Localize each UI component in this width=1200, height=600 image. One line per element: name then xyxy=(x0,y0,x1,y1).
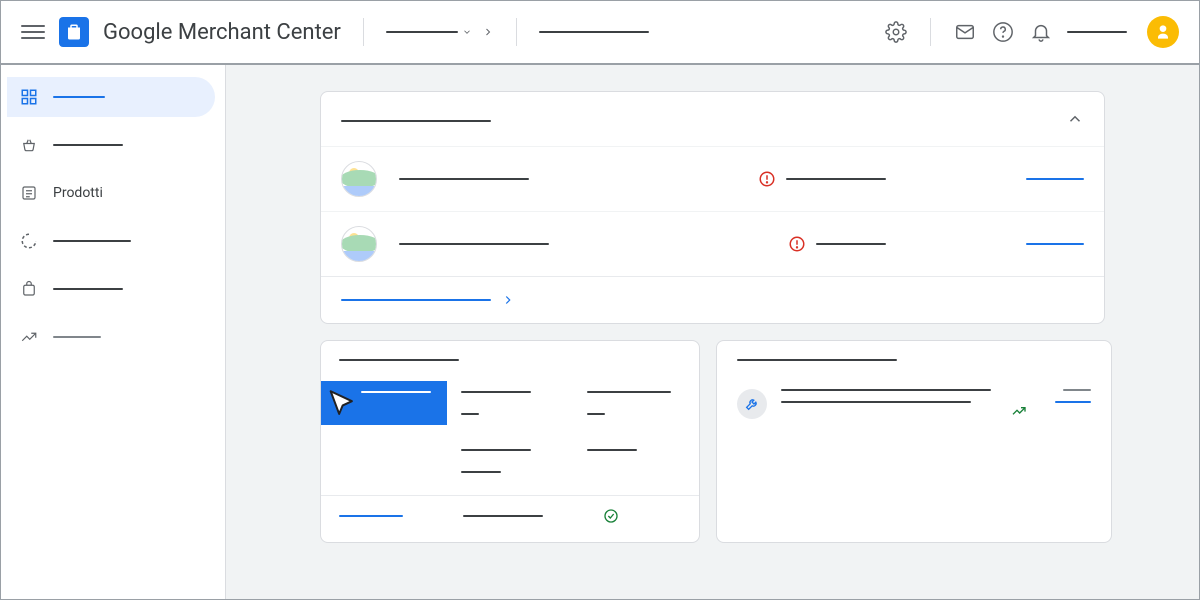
sidebar-item-growth[interactable] xyxy=(7,317,215,357)
channel-image-icon xyxy=(341,226,377,262)
alert-icon xyxy=(758,170,776,188)
performance-card xyxy=(716,340,1112,543)
sidebar-item-marketing[interactable] xyxy=(7,269,215,309)
wrench-icon xyxy=(737,389,767,419)
divider xyxy=(516,18,517,46)
sidebar-item-overview[interactable] xyxy=(7,77,215,117)
channel-row xyxy=(321,146,1104,211)
channel-row xyxy=(321,211,1104,276)
card-title-placeholder xyxy=(341,120,491,122)
chevron-right-icon xyxy=(501,293,515,307)
stats-link[interactable] xyxy=(339,515,403,517)
account-label-placeholder xyxy=(1067,31,1127,33)
basket-icon xyxy=(19,135,39,155)
check-circle-icon xyxy=(603,508,619,524)
cursor-icon xyxy=(325,387,359,421)
chevron-up-icon xyxy=(1066,110,1084,128)
bag-icon xyxy=(19,279,39,299)
chevron-right-icon xyxy=(482,26,494,38)
sidebar-item-products[interactable]: Prodotti xyxy=(7,173,215,213)
trend-up-icon xyxy=(1011,403,1027,419)
dashboard-icon xyxy=(19,87,39,107)
stat-block[interactable] xyxy=(573,439,699,483)
channels-card xyxy=(320,91,1105,324)
stat-block[interactable] xyxy=(447,439,573,483)
channel-action-link[interactable] xyxy=(1026,178,1084,180)
help-icon[interactable] xyxy=(991,20,1015,44)
stat-block-active[interactable] xyxy=(321,381,447,425)
chevron-down-icon xyxy=(462,27,472,37)
status-text-placeholder xyxy=(786,178,886,180)
breadcrumb-placeholder xyxy=(539,31,649,33)
view-all-link[interactable] xyxy=(321,276,1104,323)
stats-text-placeholder xyxy=(463,515,543,517)
status-text-placeholder xyxy=(816,243,886,245)
merchant-logo-icon xyxy=(59,17,89,47)
sidebar-item-label: Prodotti xyxy=(53,185,103,201)
trending-up-icon xyxy=(19,327,39,347)
circle-progress-icon xyxy=(19,231,39,251)
divider xyxy=(363,18,364,46)
divider xyxy=(930,18,931,46)
insight-text-placeholder xyxy=(781,389,991,403)
user-avatar[interactable] xyxy=(1147,16,1179,48)
card-title-placeholder xyxy=(339,359,459,361)
alert-icon xyxy=(788,235,806,253)
main-content xyxy=(226,65,1199,599)
collapse-button[interactable] xyxy=(1066,110,1084,132)
account-selector[interactable] xyxy=(386,26,494,38)
channel-name-placeholder xyxy=(399,178,529,180)
menu-button[interactable] xyxy=(21,20,45,44)
notifications-icon[interactable] xyxy=(1029,20,1053,44)
list-icon xyxy=(19,183,39,203)
card-title-placeholder xyxy=(737,359,897,361)
channel-name-placeholder xyxy=(399,243,549,245)
channel-image-icon xyxy=(341,161,377,197)
mail-icon[interactable] xyxy=(953,20,977,44)
insight-link[interactable] xyxy=(1055,401,1091,403)
stat-block[interactable] xyxy=(447,381,573,425)
sidebar: Prodotti xyxy=(1,65,226,599)
app-title: Google Merchant Center xyxy=(103,20,341,45)
metric-placeholder xyxy=(1063,389,1091,391)
header: Google Merchant Center xyxy=(1,1,1199,65)
settings-icon[interactable] xyxy=(884,20,908,44)
stat-block[interactable] xyxy=(573,381,699,425)
stats-card xyxy=(320,340,700,543)
sidebar-item-performance[interactable] xyxy=(7,221,215,261)
channel-action-link[interactable] xyxy=(1026,243,1084,245)
sidebar-item-orders[interactable] xyxy=(7,125,215,165)
